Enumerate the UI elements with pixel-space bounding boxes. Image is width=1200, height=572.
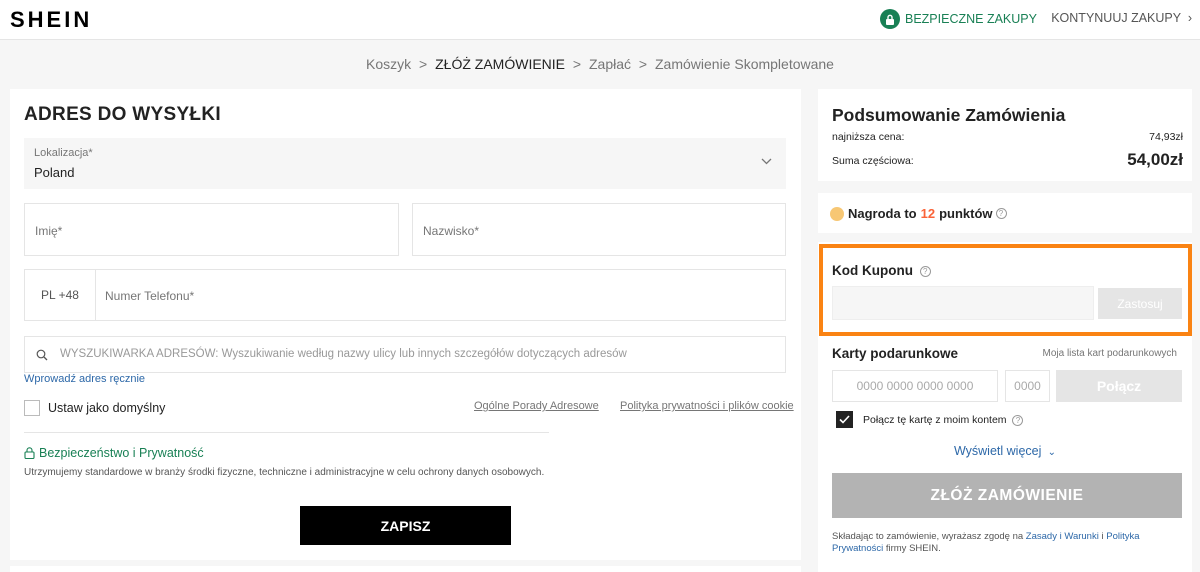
save-address-button[interactable]: ZAPISZ bbox=[300, 506, 511, 545]
divider bbox=[24, 432, 549, 433]
lock-icon bbox=[24, 447, 35, 459]
coupon-section: Kod Kuponu ? Zastosuj bbox=[819, 244, 1192, 336]
next-section-panel bbox=[10, 566, 801, 572]
security-text: Utrzymujemy standardowe w branży środki … bbox=[24, 467, 545, 478]
phone-field[interactable]: PL +48 Numer Telefonu* bbox=[24, 269, 786, 321]
set-default-checkbox[interactable] bbox=[24, 400, 40, 416]
show-more-label: Wyświetl więcej bbox=[953, 444, 1042, 458]
first-name-placeholder: Imię* bbox=[35, 224, 63, 238]
reward-panel: Nagroda to 12 punktów ? bbox=[818, 193, 1192, 233]
breadcrumb-complete: Zamówienie Skompletowane bbox=[654, 56, 834, 72]
lock-icon bbox=[880, 9, 900, 29]
secure-shopping-label: BEZPIECZNE ZAKUPY bbox=[905, 12, 1037, 26]
address-search-placeholder: WYSZUKIWARKA ADRESÓW: Wyszukiwanie wedłu… bbox=[60, 348, 627, 360]
chevron-right-icon: › bbox=[1184, 11, 1192, 25]
coupon-code-input[interactable] bbox=[832, 286, 1094, 320]
breadcrumb-place-order: ZŁÓŻ ZAMÓWIENIE bbox=[435, 56, 566, 72]
breadcrumb-pay: Zapłać bbox=[588, 56, 632, 72]
lowest-price-value: 74,93zł bbox=[1149, 131, 1183, 143]
show-more-link[interactable]: Wyświetl więcej ⌄ bbox=[818, 444, 1192, 458]
coupon-heading: Kod Kuponu ? bbox=[832, 263, 931, 278]
checkmark-icon bbox=[839, 415, 850, 424]
security-privacy-title: Bezpieczeństwo i Prywatność bbox=[39, 446, 204, 460]
gift-card-list-link[interactable]: Moja lista kart podarunkowych bbox=[1042, 348, 1177, 359]
help-icon[interactable]: ? bbox=[995, 208, 1007, 219]
terms-link[interactable]: Zasady i Warunki bbox=[1026, 531, 1099, 542]
address-tips-link[interactable]: Ogólne Porady Adresowe bbox=[474, 400, 599, 412]
search-icon bbox=[36, 349, 48, 361]
shein-logo[interactable]: SHEIN bbox=[10, 7, 92, 33]
shipping-address-panel: ADRES DO WYSYŁKI Lokalizacja* Poland Imi… bbox=[10, 89, 801, 560]
privacy-cookie-link[interactable]: Polityka prywatności i plików cookie bbox=[620, 400, 794, 412]
breadcrumb-separator: > bbox=[572, 56, 582, 72]
breadcrumb: Koszyk > ZŁÓŻ ZAMÓWIENIE > Zapłać > Zamó… bbox=[0, 56, 1200, 72]
points-coin-icon bbox=[830, 206, 844, 221]
first-name-field[interactable]: Imię* bbox=[24, 203, 399, 256]
terms-suffix: firmy SHEIN. bbox=[885, 543, 941, 554]
last-name-placeholder: Nazwisko* bbox=[423, 224, 480, 238]
secure-shopping: BEZPIECZNE ZAKUPY bbox=[880, 9, 1037, 29]
address-search-input[interactable]: WYSZUKIWARKA ADRESÓW: Wyszukiwanie wedłu… bbox=[24, 336, 786, 373]
help-icon[interactable]: ? bbox=[919, 265, 931, 277]
subtotal-value: 54,00zł bbox=[1127, 150, 1183, 169]
gift-card-connect-button[interactable]: Połącz bbox=[1056, 370, 1182, 402]
link-card-row: Połącz tę kartę z moim kontem ? bbox=[863, 414, 1024, 426]
help-icon[interactable]: ? bbox=[1012, 414, 1024, 426]
order-summary-title: Podsumowanie Zamówienia bbox=[832, 105, 1066, 125]
link-card-checkbox[interactable] bbox=[836, 411, 853, 428]
gift-card-number-input[interactable]: 0000 0000 0000 0000 bbox=[832, 370, 998, 402]
subtotal-label: Suma częściowa: bbox=[832, 155, 914, 167]
manual-address-link[interactable]: Wprowadź adres ręcznie bbox=[24, 373, 145, 385]
location-label: Lokalizacja* bbox=[34, 147, 93, 159]
place-order-button[interactable]: ZŁÓŻ ZAMÓWIENIE bbox=[832, 473, 1182, 518]
gift-card-pin-input[interactable]: 0000 bbox=[1005, 370, 1050, 402]
reward-suffix: punktów bbox=[939, 206, 993, 221]
continue-shopping-link[interactable]: KONTYNUUJ ZAKUPY › bbox=[1051, 11, 1192, 25]
breadcrumb-separator: > bbox=[419, 56, 428, 72]
top-header: SHEIN BEZPIECZNE ZAKUPY KONTYNUUJ ZAKUPY… bbox=[0, 0, 1200, 40]
chevron-down-icon bbox=[761, 158, 772, 165]
lowest-price-label: najniższa cena: bbox=[832, 131, 905, 143]
reward-points: 12 bbox=[920, 206, 936, 221]
location-select[interactable]: Lokalizacja* Poland bbox=[24, 138, 786, 189]
terms-text: Składając to zamówienie, wyrażasz zgodę … bbox=[832, 531, 1182, 555]
gift-cards-title: Karty podarunkowe bbox=[832, 346, 959, 361]
set-default-label: Ustaw jako domyślny bbox=[48, 401, 166, 415]
location-value: Poland bbox=[34, 165, 75, 180]
phone-prefix[interactable]: PL +48 bbox=[25, 270, 96, 320]
last-name-field[interactable]: Nazwisko* bbox=[412, 203, 786, 256]
terms-and: i bbox=[1101, 531, 1104, 542]
phone-placeholder: Numer Telefonu* bbox=[105, 289, 195, 303]
apply-coupon-button[interactable]: Zastosuj bbox=[1098, 288, 1182, 319]
link-card-label: Połącz tę kartę z moim kontem bbox=[863, 414, 1007, 426]
security-privacy-heading: Bezpieczeństwo i Prywatność bbox=[24, 446, 204, 460]
breadcrumb-cart[interactable]: Koszyk bbox=[366, 56, 411, 72]
order-summary-panel: Podsumowanie Zamówienia najniższa cena: … bbox=[818, 89, 1192, 181]
coupon-title: Kod Kuponu bbox=[832, 263, 913, 278]
terms-prefix: Składając to zamówienie, wyrażasz zgodę … bbox=[832, 531, 1024, 542]
chevron-down-icon: ⌄ bbox=[1044, 447, 1057, 458]
breadcrumb-separator: > bbox=[638, 56, 648, 72]
reward-row: Nagroda to 12 punktów ? bbox=[830, 206, 1007, 221]
continue-shopping-label: KONTYNUUJ ZAKUPY bbox=[1051, 11, 1181, 25]
reward-prefix: Nagroda to bbox=[848, 206, 917, 221]
shipping-address-title: ADRES DO WYSYŁKI bbox=[24, 104, 221, 125]
